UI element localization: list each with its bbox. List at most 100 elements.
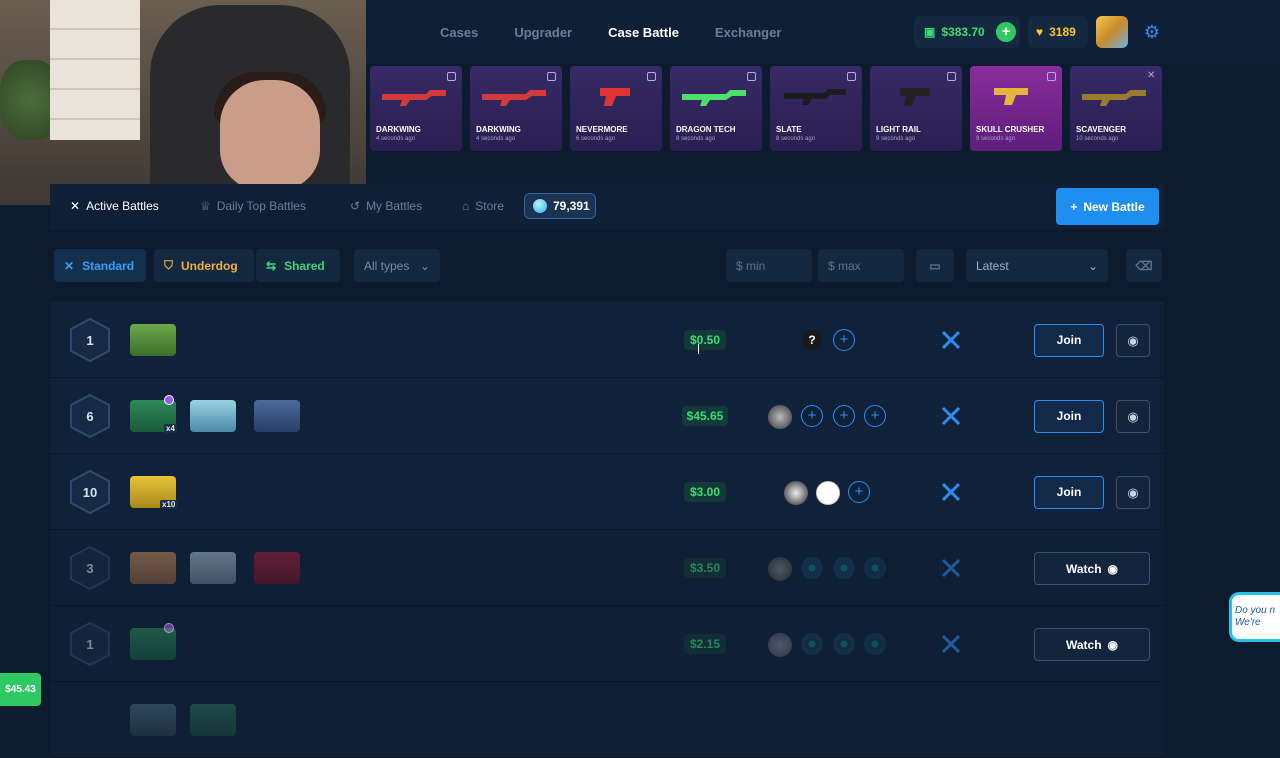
- drop-tag-icon: [1047, 72, 1056, 81]
- gear-icon[interactable]: ⚙: [1142, 22, 1162, 42]
- close-icon[interactable]: ✕: [1147, 71, 1156, 81]
- join-button[interactable]: Join: [1034, 324, 1104, 357]
- filter-label: Standard: [82, 258, 135, 273]
- swords-icon: [941, 482, 961, 502]
- user-avatar[interactable]: [1096, 16, 1128, 48]
- filter-standard[interactable]: ✕ Standard: [54, 249, 146, 282]
- new-battle-button[interactable]: + New Battle: [1056, 188, 1159, 225]
- join-slot-plus-icon[interactable]: +: [833, 405, 855, 427]
- eye-icon: ◉: [1107, 561, 1119, 576]
- join-slot-plus-icon[interactable]: +: [848, 481, 870, 503]
- battle-row[interactable]: 1 $0.50 ? + Join ◉: [50, 302, 1164, 378]
- rounds-badge: 10: [68, 469, 112, 515]
- view-button[interactable]: ◉: [1116, 400, 1150, 433]
- battle-row[interactable]: 1 $2.15 Watch ◉: [50, 606, 1164, 682]
- drop-name: SLATE: [776, 125, 802, 134]
- battle-row[interactable]: [50, 682, 1164, 758]
- drop-time: 4 seconds ago: [376, 136, 416, 142]
- rounds-value: 1: [86, 636, 94, 652]
- balance-display[interactable]: ▣ $383.70 +: [914, 16, 1020, 48]
- coins-display[interactable]: ♥ 3189: [1028, 16, 1088, 48]
- calendar-icon[interactable]: ▭: [916, 249, 954, 282]
- battle-row[interactable]: 3 $3.50 Watch ◉: [50, 530, 1164, 606]
- live-drops-strip: DARKWING 4 seconds ago DARKWING 4 second…: [370, 66, 1162, 151]
- player-avatar[interactable]: [816, 481, 840, 505]
- join-button[interactable]: Join: [1034, 476, 1104, 509]
- nav-cases[interactable]: Cases: [440, 25, 478, 40]
- balance-value: $383.70: [941, 25, 985, 39]
- battle-price: $3.50: [684, 558, 726, 578]
- drop-time: 8 seconds ago: [776, 136, 816, 142]
- nav-upgrader[interactable]: Upgrader: [514, 25, 572, 40]
- drop-item[interactable]: SKULL CRUSHER 9 seconds ago: [970, 66, 1062, 151]
- rifle-icon: [682, 90, 746, 106]
- streamer-webcam: [0, 0, 366, 205]
- chevron-down-icon: ⌄: [419, 258, 430, 273]
- win-toast: $45.43: [0, 673, 41, 706]
- drop-time: 9 seconds ago: [976, 136, 1016, 142]
- view-button[interactable]: ◉: [1116, 324, 1150, 357]
- clear-filter-icon[interactable]: ⌫: [1126, 249, 1162, 282]
- drop-item[interactable]: DARKWING 4 seconds ago: [470, 66, 562, 151]
- join-slot-plus-icon[interactable]: +: [801, 405, 823, 427]
- filter-label: Shared: [284, 258, 325, 273]
- support-chat-bubble[interactable]: Do you n We're: [1229, 592, 1280, 642]
- tab-daily-top-battles[interactable]: ♕ Daily Top Battles: [200, 199, 306, 213]
- min-price-input[interactable]: $ min: [726, 249, 812, 282]
- drop-item[interactable]: SLATE 8 seconds ago: [770, 66, 862, 151]
- case-image: [254, 400, 300, 432]
- view-button[interactable]: ◉: [1116, 476, 1150, 509]
- drop-item[interactable]: LIGHT RAIL 9 seconds ago: [870, 66, 962, 151]
- watch-button[interactable]: Watch ◉: [1034, 628, 1150, 661]
- player-avatar[interactable]: [784, 481, 808, 505]
- drop-name: DRAGON TECH: [676, 125, 736, 134]
- join-slot-plus-icon[interactable]: +: [833, 329, 855, 351]
- drop-name: DARKWING: [476, 125, 521, 134]
- waiting-slot-icon: [833, 633, 855, 655]
- watch-button[interactable]: Watch ◉: [1034, 552, 1150, 585]
- new-battle-label: New Battle: [1083, 199, 1145, 214]
- drop-time: 6 seconds ago: [576, 136, 616, 142]
- main-nav: Cases Upgrader Case Battle Exchanger: [440, 0, 781, 64]
- tab-active-battles[interactable]: ✕ Active Battles: [70, 199, 159, 213]
- battle-row[interactable]: 10 x10 $3.00 + Join ◉: [50, 454, 1164, 530]
- player-unknown: ?: [802, 330, 822, 350]
- max-price-input[interactable]: $ max: [818, 249, 904, 282]
- tab-my-battles[interactable]: ↺ My Battles: [350, 199, 422, 213]
- player-avatar: [768, 557, 792, 581]
- deposit-plus-icon[interactable]: +: [996, 22, 1016, 42]
- sort-value: Latest: [976, 258, 1009, 273]
- filter-label: Underdog: [181, 258, 238, 273]
- rounds-value: 3: [86, 560, 94, 576]
- battle-row[interactable]: 6 x4 $45.65 + + + Join ◉: [50, 378, 1164, 454]
- rounds-value: 6: [86, 408, 94, 424]
- gems-balance[interactable]: 79,391: [524, 193, 596, 219]
- nav-exchanger[interactable]: Exchanger: [715, 25, 781, 40]
- swords-icon: [941, 558, 961, 578]
- drop-name: SKULL CRUSHER: [976, 125, 1045, 134]
- watch-label: Watch: [1065, 637, 1102, 652]
- filter-underdog[interactable]: ⛉ Underdog: [154, 249, 254, 282]
- tab-store[interactable]: ⌂ Store: [462, 199, 504, 213]
- sort-dropdown[interactable]: Latest ⌄: [966, 249, 1108, 282]
- types-dropdown[interactable]: All types ⌄: [354, 249, 440, 282]
- drop-tag-icon: [647, 72, 656, 81]
- case-quantity: x4: [164, 424, 177, 433]
- rounds-badge: 3: [68, 545, 112, 591]
- plus-icon: +: [1070, 199, 1078, 214]
- join-button[interactable]: Join: [1034, 400, 1104, 433]
- min-placeholder: $ min: [736, 258, 766, 273]
- drop-item[interactable]: DRAGON TECH 8 seconds ago: [670, 66, 762, 151]
- nav-case-battle[interactable]: Case Battle: [608, 25, 679, 40]
- drop-item[interactable]: ✕ SCAVENGER 10 seconds ago: [1070, 66, 1162, 151]
- drop-item[interactable]: DARKWING 4 seconds ago: [370, 66, 462, 151]
- swords-icon: ✕: [64, 258, 75, 273]
- heart-icon: ♥: [1036, 25, 1044, 39]
- join-slot-plus-icon[interactable]: +: [864, 405, 886, 427]
- drop-item[interactable]: NEVERMORE 6 seconds ago: [570, 66, 662, 151]
- filter-shared[interactable]: ⇆ Shared: [256, 249, 340, 282]
- case-image: [130, 704, 176, 736]
- tab-label: Active Battles: [86, 199, 159, 213]
- player-avatar[interactable]: [768, 405, 792, 429]
- battles-list: 1 $0.50 ? + Join ◉ 6 x4 $45.65 + + + Joi…: [50, 302, 1164, 758]
